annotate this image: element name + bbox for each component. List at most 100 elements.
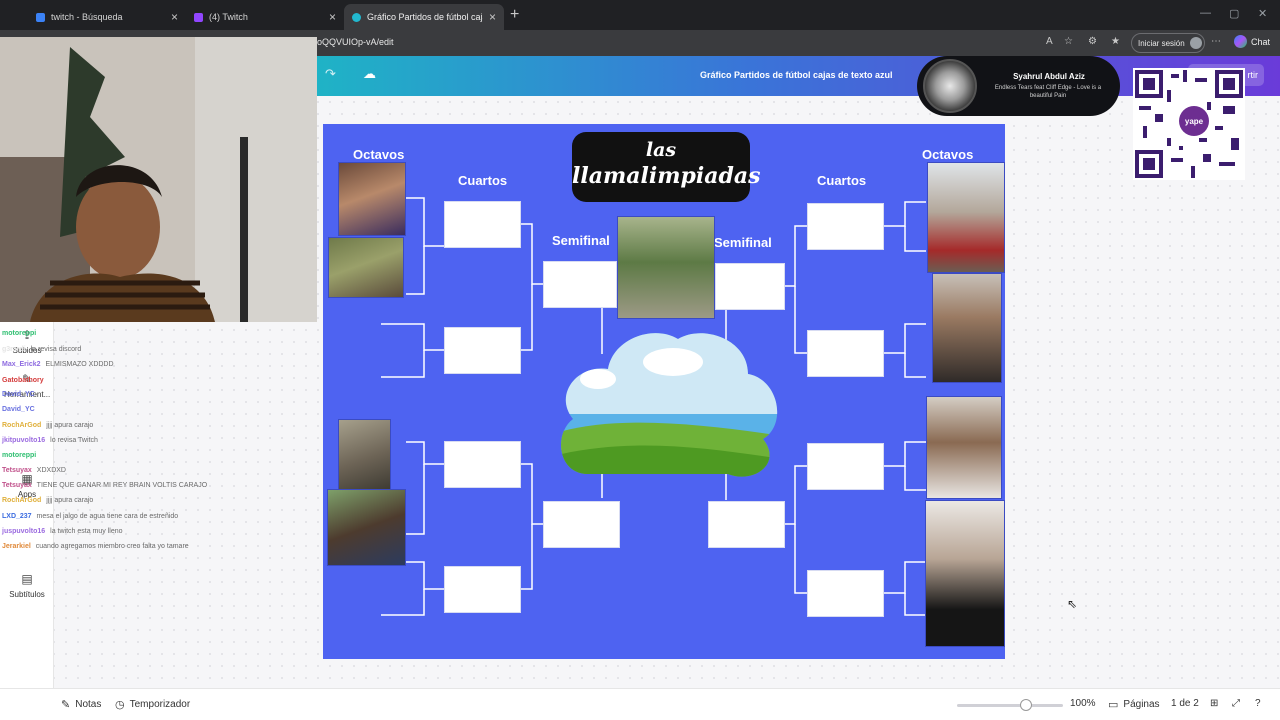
slot-cuartos-left-2[interactable] [444, 327, 521, 374]
chat-username: RochArGod [2, 422, 42, 429]
chat-username: jkitpuvolto16 [2, 437, 46, 444]
subtitles-icon: ▤ [21, 572, 33, 586]
new-tab-icon[interactable]: + [510, 6, 519, 24]
zoom-label: 100% [1070, 698, 1096, 709]
document-title[interactable]: Gráfico Partidos de fútbol cajas de text… [700, 70, 893, 80]
webcam-overlay [0, 37, 317, 322]
slot-semifinal-right-1[interactable] [715, 263, 785, 310]
timer-button[interactable]: ◷ Temporizador [115, 698, 190, 711]
chat-username: Jerarkiel [2, 543, 31, 550]
bing-icon [36, 12, 45, 22]
yape-qr-code: yape [1133, 68, 1245, 180]
slot-cuartos-right-1[interactable] [807, 203, 884, 250]
read-aloud-icon[interactable]: A [1046, 36, 1053, 47]
chat-message: Jerarkiel cuando agregamos miembro creo … [2, 543, 189, 550]
slot-cuartos-right-4[interactable] [807, 570, 884, 617]
zoom-slider-thumb[interactable] [1019, 699, 1032, 711]
chat-text: lo revisa Twitch [50, 437, 98, 444]
player-photo[interactable] [338, 162, 406, 236]
label-octavos-right: Octavos [922, 147, 974, 162]
minimize-icon[interactable]: — [1200, 7, 1211, 19]
player-photo[interactable] [925, 500, 1005, 647]
extensions-icon[interactable]: ⚙ [1088, 36, 1097, 47]
chat-username: motoreppi [2, 330, 37, 337]
title-line-2: llamalimpiadas [572, 163, 761, 189]
signin-label: Iniciar sesión [1138, 38, 1185, 48]
tab-canva[interactable]: Gráfico Partidos de fútbol cajas de × [344, 4, 504, 30]
player-photo[interactable] [328, 237, 404, 298]
player-photo[interactable] [338, 419, 391, 491]
slot-semifinal-left-1[interactable] [543, 261, 617, 308]
player-photo[interactable] [927, 162, 1005, 273]
chat-username: Tetsuyax [2, 467, 32, 474]
chat-message: David_YC [2, 406, 38, 413]
close-icon[interactable]: × [171, 10, 178, 24]
player-photo[interactable] [327, 489, 406, 566]
notes-label: Notas [75, 699, 102, 710]
zoom-slider[interactable] [957, 704, 1063, 707]
favorites-icon[interactable]: ★ [1111, 36, 1120, 47]
timer-label: Temporizador [129, 699, 191, 710]
maximize-icon[interactable]: ▢ [1229, 7, 1239, 20]
more-icon[interactable]: ⋯ [1211, 36, 1221, 47]
album-art [923, 59, 977, 113]
music-song: Endless Tears feat Cliff Edge - Love is … [994, 85, 1102, 99]
page-counter-label: 1 de 2 [1171, 698, 1199, 709]
slot-semifinal-left-2[interactable] [543, 501, 620, 548]
fullscreen-icon[interactable]: ⤢ [1232, 698, 1240, 709]
notes-button[interactable]: ✎ Notas [61, 698, 101, 711]
tab-title: twitch - Búsqueda [51, 12, 123, 22]
chat-username: Max_Erick2 [2, 361, 41, 368]
url-field[interactable]: oQQVUIOp-vA/edit [317, 37, 394, 47]
slot-semifinal-right-2[interactable] [708, 501, 785, 548]
signin-button[interactable]: Iniciar sesión [1131, 33, 1205, 53]
cloud-illustration[interactable] [553, 324, 783, 484]
notes-icon: ✎ [61, 699, 71, 711]
player-photo[interactable] [617, 216, 715, 319]
chat-label: Chat [1251, 36, 1271, 47]
cloud-save-icon[interactable]: ☁ [363, 66, 376, 82]
editor-bottom-bar: ✎ Notas ◷ Temporizador 100% ▭ Páginas 1 … [0, 688, 1280, 720]
copilot-chat-button[interactable]: Chat [1234, 35, 1270, 48]
bracket-design-board[interactable]: Octavos Cuartos Semifinal Semifinal Cuar… [323, 124, 1005, 659]
tab-title: (4) Twitch [209, 12, 248, 22]
close-icon[interactable]: × [489, 10, 496, 24]
chat-message: Gatobathory [2, 377, 47, 384]
label-cuartos-left: Cuartos [458, 173, 508, 188]
chat-message: David_YC [2, 391, 38, 398]
copilot-icon [1234, 35, 1247, 48]
yape-badge: yape [1179, 106, 1209, 136]
grid-view-icon[interactable]: ⊞ [1210, 698, 1218, 709]
share-label: rtir [1247, 70, 1259, 80]
tab-search[interactable]: twitch - Búsqueda × [28, 4, 186, 30]
zoom-value[interactable]: 100% [1070, 698, 1096, 709]
player-photo[interactable] [932, 273, 1002, 383]
label-cuartos-right: Cuartos [817, 173, 867, 188]
slot-cuartos-left-4[interactable] [444, 566, 521, 613]
close-icon[interactable]: × [329, 10, 336, 24]
stream-chat-overlay: motoreppi g3rardi la revisa discord Max_… [2, 324, 252, 559]
chat-text: la revisa discord [30, 346, 82, 353]
pages-icon: ▭ [1108, 699, 1119, 711]
sidebar-item-subtitles[interactable]: ▤ Subtítulos [4, 572, 50, 599]
tournament-title[interactable]: las llamalimpiadas [572, 132, 761, 202]
chat-text: cuando agregamos miembro creo falta yo t… [35, 543, 189, 550]
chat-username: Gatobathory [2, 377, 44, 384]
close-window-icon[interactable]: ✕ [1258, 7, 1267, 20]
favorite-star-icon[interactable]: ☆ [1064, 36, 1073, 47]
chat-text: la twitch esta muy lleno [50, 528, 123, 535]
timer-icon: ◷ [115, 699, 125, 711]
player-photo[interactable] [926, 396, 1002, 499]
help-icon[interactable]: ? [1255, 698, 1261, 709]
slot-cuartos-right-3[interactable] [807, 443, 884, 490]
chat-username: motoreppi [2, 452, 37, 459]
chat-message: jkitpuvolto16 lo revisa Twitch [2, 437, 98, 444]
slot-cuartos-left-3[interactable] [444, 441, 521, 488]
tab-twitch[interactable]: (4) Twitch × [186, 4, 344, 30]
slot-cuartos-left-1[interactable] [444, 201, 521, 248]
redo-icon[interactable]: ↷ [325, 66, 336, 82]
title-line-1: las [645, 139, 677, 161]
slot-cuartos-right-2[interactable] [807, 330, 884, 377]
chat-text: mesa el jalgo de agua tiene cara de estr… [36, 513, 179, 520]
pages-button[interactable]: ▭ Páginas [1108, 698, 1160, 711]
